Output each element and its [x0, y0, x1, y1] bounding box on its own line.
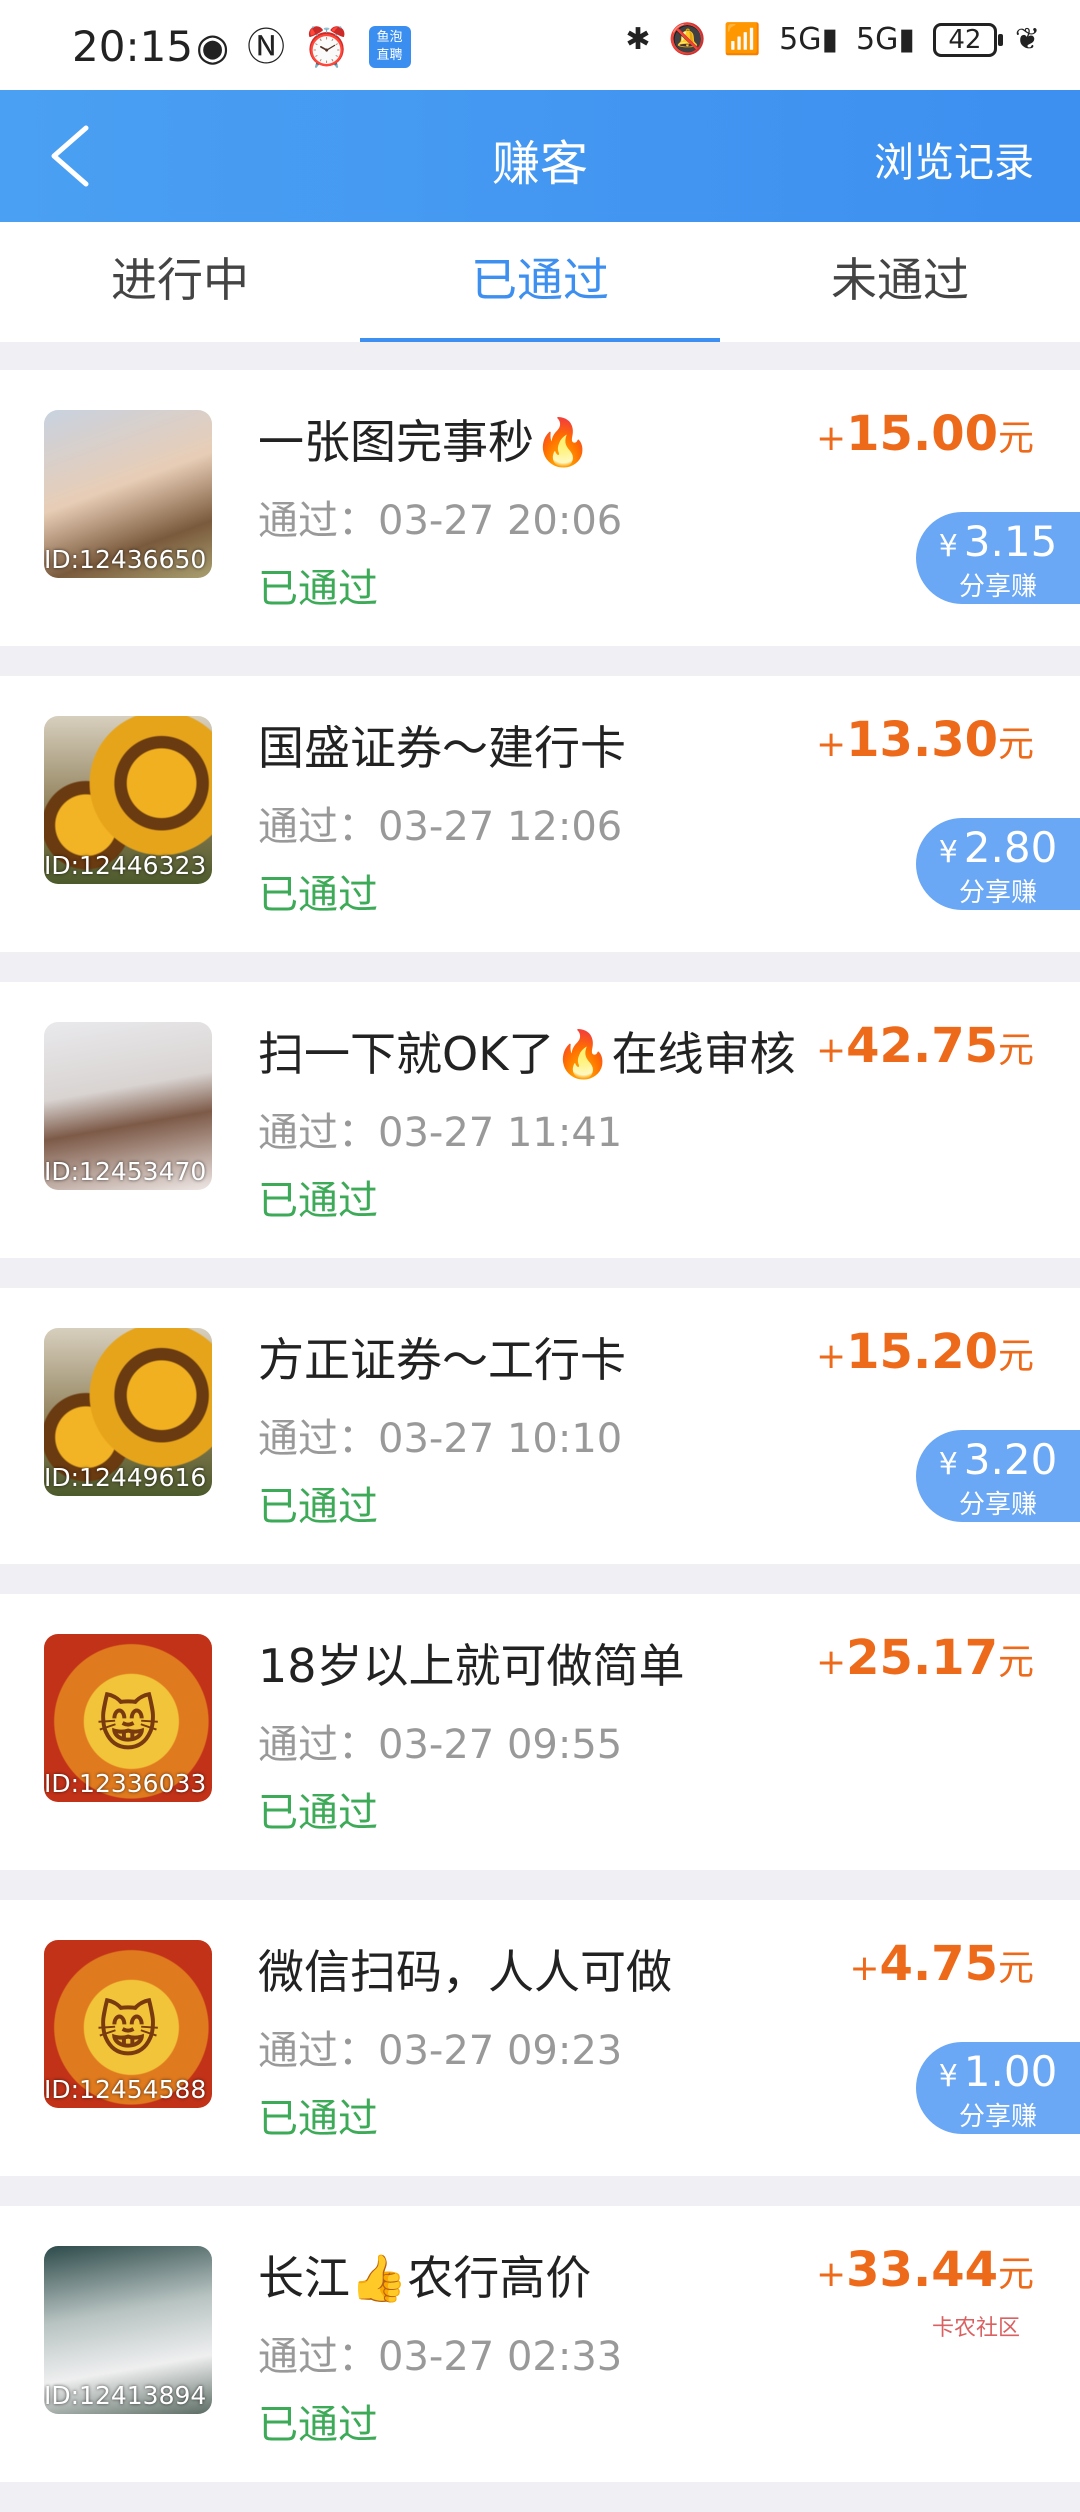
yen-icon: ¥	[938, 1447, 958, 1482]
lion-face-icon: 😸	[96, 1689, 160, 1760]
share-earn-badge[interactable]: ¥2.80 分享赚	[916, 818, 1080, 910]
task-id: ID:12413894	[44, 2381, 207, 2410]
status-label: 已通过	[258, 2402, 378, 2448]
status-label: 已通过	[258, 566, 378, 612]
task-thumbnail[interactable]: 😸 ID:12454588	[44, 1940, 212, 2108]
task-thumbnail[interactable]: 😸 ID:12336033	[44, 1634, 212, 1802]
passed-time: 通过：03-27 10:10	[258, 1416, 623, 1462]
share-earn-badge[interactable]: ¥1.00 分享赚	[916, 2042, 1080, 2134]
task-thumbnail[interactable]: ID:12449616	[44, 1328, 212, 1496]
tab-in-progress[interactable]: 进行中	[0, 222, 360, 342]
passed-time: 通过：03-27 20:06	[258, 498, 623, 544]
browse-history-link[interactable]: 浏览记录	[874, 130, 1034, 188]
watermark-logo: 卡农社区	[931, 2316, 1020, 2341]
task-id: ID:12446323	[44, 851, 207, 880]
task-title: 国盛证券～建行卡	[258, 721, 626, 775]
passed-time: 通过：03-27 12:06	[258, 804, 623, 850]
leaf-icon: ❦	[1014, 22, 1040, 57]
plus-sign: +	[815, 1030, 847, 1071]
tab-rejected[interactable]: 未通过	[720, 222, 1080, 342]
alarm-icon: ⏰	[303, 25, 351, 69]
task-id: ID:12449616	[44, 1463, 207, 1492]
list-item[interactable]: 😸 ID:12336033 18岁以上就可做简单通过：03-27 09:55 已通…	[0, 1594, 1080, 1870]
plus-sign: +	[815, 418, 847, 459]
status-label: 已通过	[258, 872, 378, 918]
list-item[interactable]: 😸 ID:12454588 微信扫码，人人可做通过：03-27 09:23 已通过…	[0, 1900, 1080, 2176]
reward-amount: +42.75元	[815, 1018, 1034, 1074]
task-id: ID:12454588	[44, 2075, 207, 2104]
task-title: 扫一下就OK了🔥在线审核	[258, 1027, 796, 1081]
task-title: 18岁以上就可做简单	[258, 1639, 685, 1693]
share-earn-badge[interactable]: ¥3.20 分享赚	[916, 1430, 1080, 1522]
yen-icon: ¥	[938, 529, 958, 564]
task-id: ID:12336033	[44, 1769, 207, 1798]
status-bar: 20:15 ◉ Ⓝ ⏰ 鱼泡 直聘 ✱ 🔕 📶 5G▮ 5G▮ 42 ❦	[0, 0, 1080, 90]
reward-amount: +4.75元	[849, 1936, 1034, 1992]
status-time: 20:15	[72, 22, 194, 71]
reward-amount: +15.00元	[815, 406, 1034, 462]
yen-icon: ¥	[938, 835, 958, 870]
app-badge-icon: 鱼泡 直聘	[368, 26, 411, 68]
mute-icon: 🔕	[668, 22, 706, 57]
reward-amount: +15.20元	[815, 1324, 1034, 1380]
task-thumbnail[interactable]: ID:12446323	[44, 716, 212, 884]
plus-sign: +	[815, 1336, 847, 1377]
yen-icon: ¥	[938, 2059, 958, 2094]
reward-amount: +13.30元	[815, 712, 1034, 768]
list-item[interactable]: ID:12413894 长江👍农行高价通过：03-27 02:33 已通过 +33.…	[0, 2206, 1080, 2482]
task-thumbnail[interactable]: ID:12453470	[44, 1022, 212, 1190]
task-title: 一张图完事秒🔥	[258, 415, 592, 469]
list-item[interactable]: ID:12449616 方正证券～工行卡通过：03-27 10:10 已通过 +15…	[0, 1288, 1080, 1564]
passed-time: 通过：03-27 02:33	[258, 2334, 623, 2380]
reward-amount: +33.44元	[815, 2242, 1034, 2298]
lion-face-icon: 😸	[96, 1995, 160, 2066]
task-thumbnail[interactable]: ID:12413894	[44, 2246, 212, 2414]
plus-sign: +	[815, 2254, 847, 2295]
status-label: 已通过	[258, 1178, 378, 1224]
task-title: 微信扫码，人人可做	[258, 1945, 672, 1999]
tab-bar: 进行中 已通过 未通过	[0, 222, 1080, 342]
tab-passed[interactable]: 已通过	[360, 222, 720, 342]
eye-icon: ◉	[196, 25, 230, 69]
list-item[interactable]: ID:12436650 一张图完事秒🔥 通过：03-27 20:06 已通过 +15.…	[0, 370, 1080, 646]
signal-5g-icon: 5G▮	[779, 22, 839, 57]
status-label: 已通过	[258, 1484, 378, 1530]
status-label: 已通过	[258, 2096, 378, 2142]
signal-5g-icon-2: 5G▮	[856, 22, 915, 57]
task-thumbnail[interactable]: ID:12436650	[44, 410, 212, 578]
task-title: 方正证券～工行卡	[258, 1333, 626, 1387]
share-earn-badge[interactable]: ¥3.15 分享赚	[916, 512, 1080, 604]
reward-amount: +25.17元	[815, 1630, 1034, 1686]
nfc-icon: Ⓝ	[247, 25, 286, 69]
wifi-icon: 📶	[723, 22, 762, 57]
plus-sign: +	[815, 724, 847, 765]
task-list: ID:12436650 一张图完事秒🔥 通过：03-27 20:06 已通过 +15.…	[0, 370, 1080, 2512]
task-id: ID:12453470	[44, 1157, 207, 1186]
list-item[interactable]: ID:12446323 国盛证券～建行卡通过：03-27 12:06 已通过 +13…	[0, 676, 1080, 952]
plus-sign: +	[815, 1642, 847, 1683]
task-title: 长江👍农行高价	[258, 2251, 592, 2305]
passed-time: 通过：03-27 09:23	[258, 2028, 623, 2074]
passed-time: 通过：03-27 09:55	[258, 1722, 623, 1768]
list-item[interactable]: ID:12453470 扫一下就OK了🔥在线审核通过：03-27 11:41 已通…	[0, 982, 1080, 1258]
task-id: ID:12436650	[44, 545, 207, 574]
passed-time: 通过：03-27 11:41	[258, 1110, 623, 1156]
plus-sign: +	[849, 1948, 880, 1989]
bluetooth-icon: ✱	[625, 22, 651, 57]
app-header: 赚客 浏览记录	[0, 90, 1080, 222]
battery-icon: 42	[932, 22, 1003, 57]
status-label: 已通过	[258, 1790, 378, 1836]
